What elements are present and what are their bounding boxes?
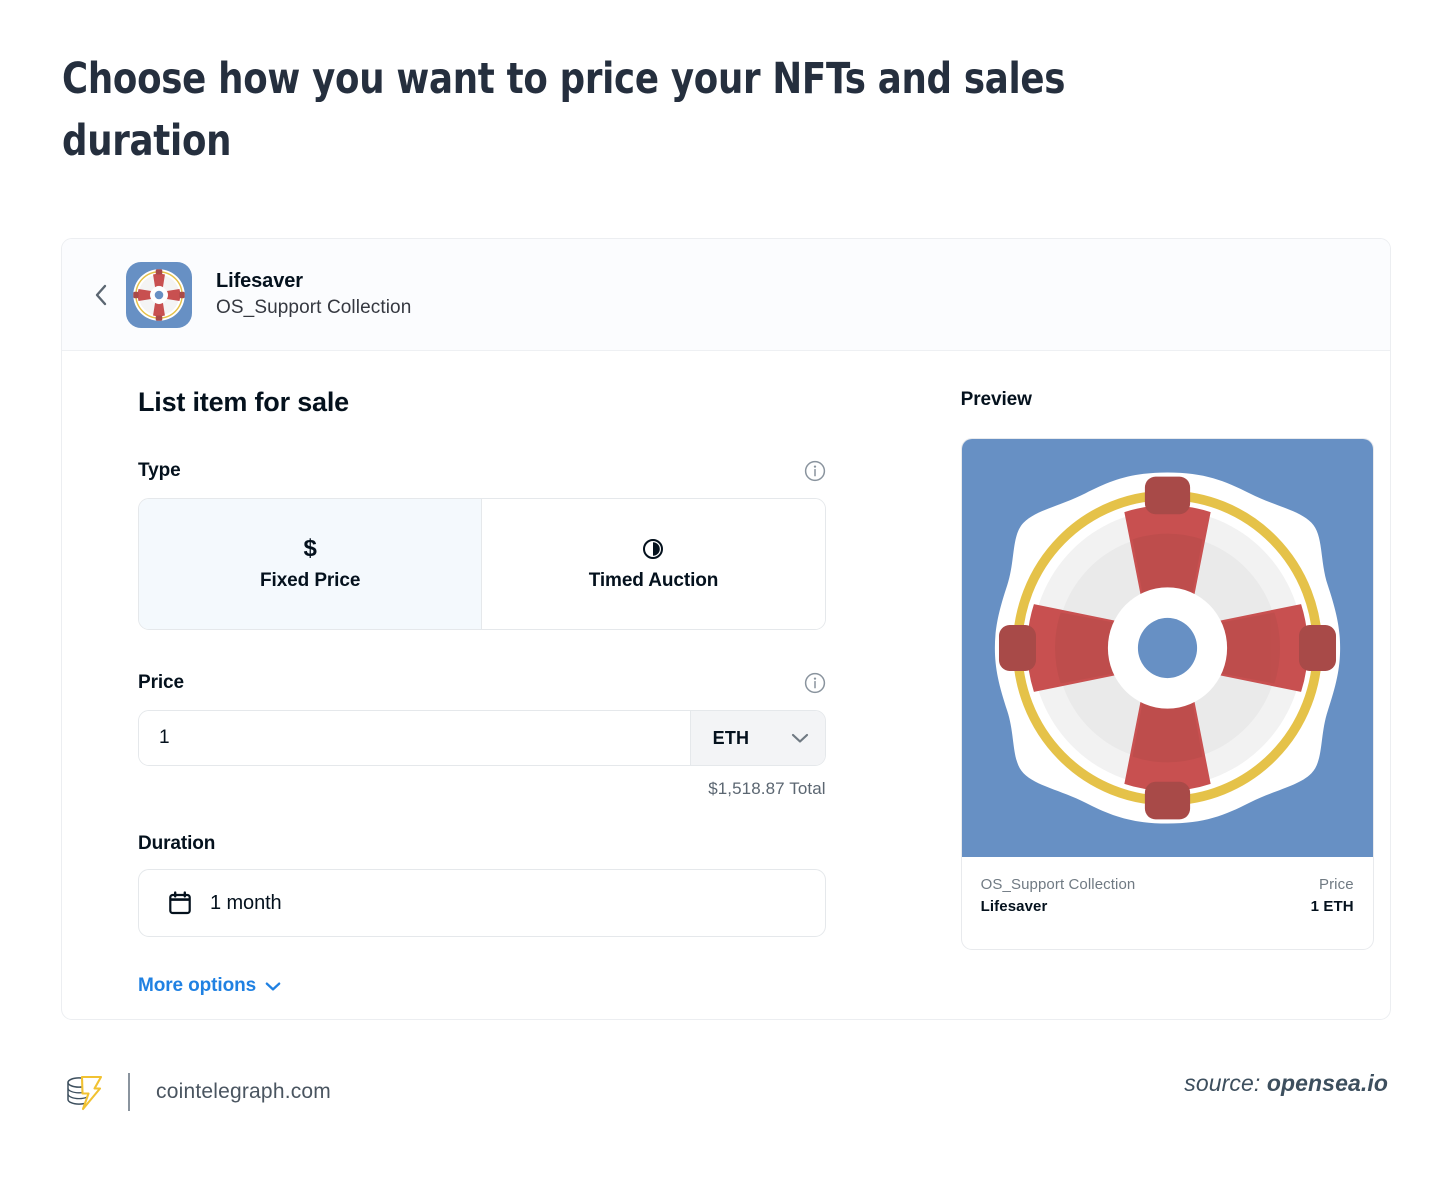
- chevron-left-icon: [93, 283, 109, 307]
- lifesaver-avatar-icon[interactable]: [126, 262, 192, 328]
- price-total: $1,518.87 Total: [138, 779, 826, 799]
- type-field-header: Type: [138, 460, 826, 482]
- price-input-row: ETH: [138, 710, 826, 766]
- price-label: Price: [138, 672, 184, 694]
- page-title: Choose how you want to price your NFTs a…: [62, 48, 1203, 172]
- duration-select[interactable]: 1 month: [138, 869, 826, 937]
- preview-card-info-right: Price 1 ETH: [1311, 876, 1354, 915]
- duration-value: 1 month: [210, 892, 282, 915]
- type-option-fixed-price[interactable]: $ Fixed Price: [139, 499, 481, 629]
- collection-meta: Lifesaver OS_Support Collection: [216, 268, 411, 322]
- clock-icon: [641, 536, 665, 562]
- listing-card-body: List item for sale Type: [62, 351, 1390, 997]
- footer-source: source: opensea.io: [1184, 1070, 1388, 1097]
- lifesaver-artwork-icon: [962, 439, 1373, 857]
- preview-item-name: Lifesaver: [981, 898, 1136, 915]
- info-icon[interactable]: [804, 460, 826, 482]
- info-icon[interactable]: [804, 672, 826, 694]
- price-field-header: Price: [138, 672, 826, 694]
- preview-card[interactable]: OS_Support Collection Lifesaver Price 1 …: [961, 438, 1374, 950]
- type-option-fixed-price-label: Fixed Price: [260, 570, 360, 592]
- footer-brand: cointelegraph.com: [62, 1062, 331, 1122]
- chevron-down-icon: [265, 981, 281, 992]
- type-field: Type $: [78, 460, 961, 630]
- back-button[interactable]: [84, 278, 118, 312]
- currency-select-value: ETH: [713, 728, 750, 749]
- preview-card-info-left: OS_Support Collection Lifesaver: [981, 876, 1136, 915]
- dollar-icon: $: [303, 536, 316, 562]
- duration-field-header: Duration: [138, 833, 826, 855]
- item-name: Lifesaver: [216, 268, 411, 294]
- price-field: Price ETH: [78, 672, 961, 799]
- more-options-toggle[interactable]: More options: [138, 975, 281, 997]
- preview-price-value: 1 ETH: [1311, 898, 1354, 915]
- more-options-label: More options: [138, 975, 256, 997]
- footer-divider: [128, 1073, 130, 1111]
- footer-source-prefix: source:: [1184, 1070, 1260, 1096]
- calendar-icon: [167, 890, 193, 916]
- type-option-timed-auction-label: Timed Auction: [589, 570, 719, 592]
- preview-collection-name: OS_Support Collection: [981, 876, 1136, 893]
- preview-card-info: OS_Support Collection Lifesaver Price 1 …: [962, 857, 1373, 949]
- cointelegraph-logo-icon: [62, 1070, 106, 1114]
- type-label: Type: [138, 460, 181, 482]
- collection-name: OS_Support Collection: [216, 294, 411, 322]
- page-footer: cointelegraph.com source: opensea.io: [0, 1062, 1450, 1142]
- currency-select[interactable]: ETH: [690, 711, 825, 765]
- type-option-timed-auction[interactable]: Timed Auction: [481, 499, 824, 629]
- listing-form: List item for sale Type: [62, 387, 961, 997]
- type-toggle-group: $ Fixed Price Timed Auction: [138, 498, 826, 630]
- duration-field: Duration 1 month: [78, 833, 961, 937]
- preview-title: Preview: [961, 389, 1390, 411]
- duration-label: Duration: [138, 833, 215, 855]
- preview-price-label: Price: [1319, 876, 1354, 893]
- section-title: List item for sale: [78, 387, 961, 418]
- footer-site-url: cointelegraph.com: [156, 1080, 331, 1104]
- screenshot-root: Choose how you want to price your NFTs a…: [0, 0, 1450, 1179]
- listing-card-header: Lifesaver OS_Support Collection: [62, 239, 1390, 351]
- chevron-down-icon: [791, 732, 809, 744]
- price-input[interactable]: [139, 711, 690, 765]
- listing-card: Lifesaver OS_Support Collection List ite…: [61, 238, 1391, 1020]
- preview-panel: Preview: [961, 387, 1390, 997]
- footer-source-name: opensea.io: [1267, 1070, 1388, 1096]
